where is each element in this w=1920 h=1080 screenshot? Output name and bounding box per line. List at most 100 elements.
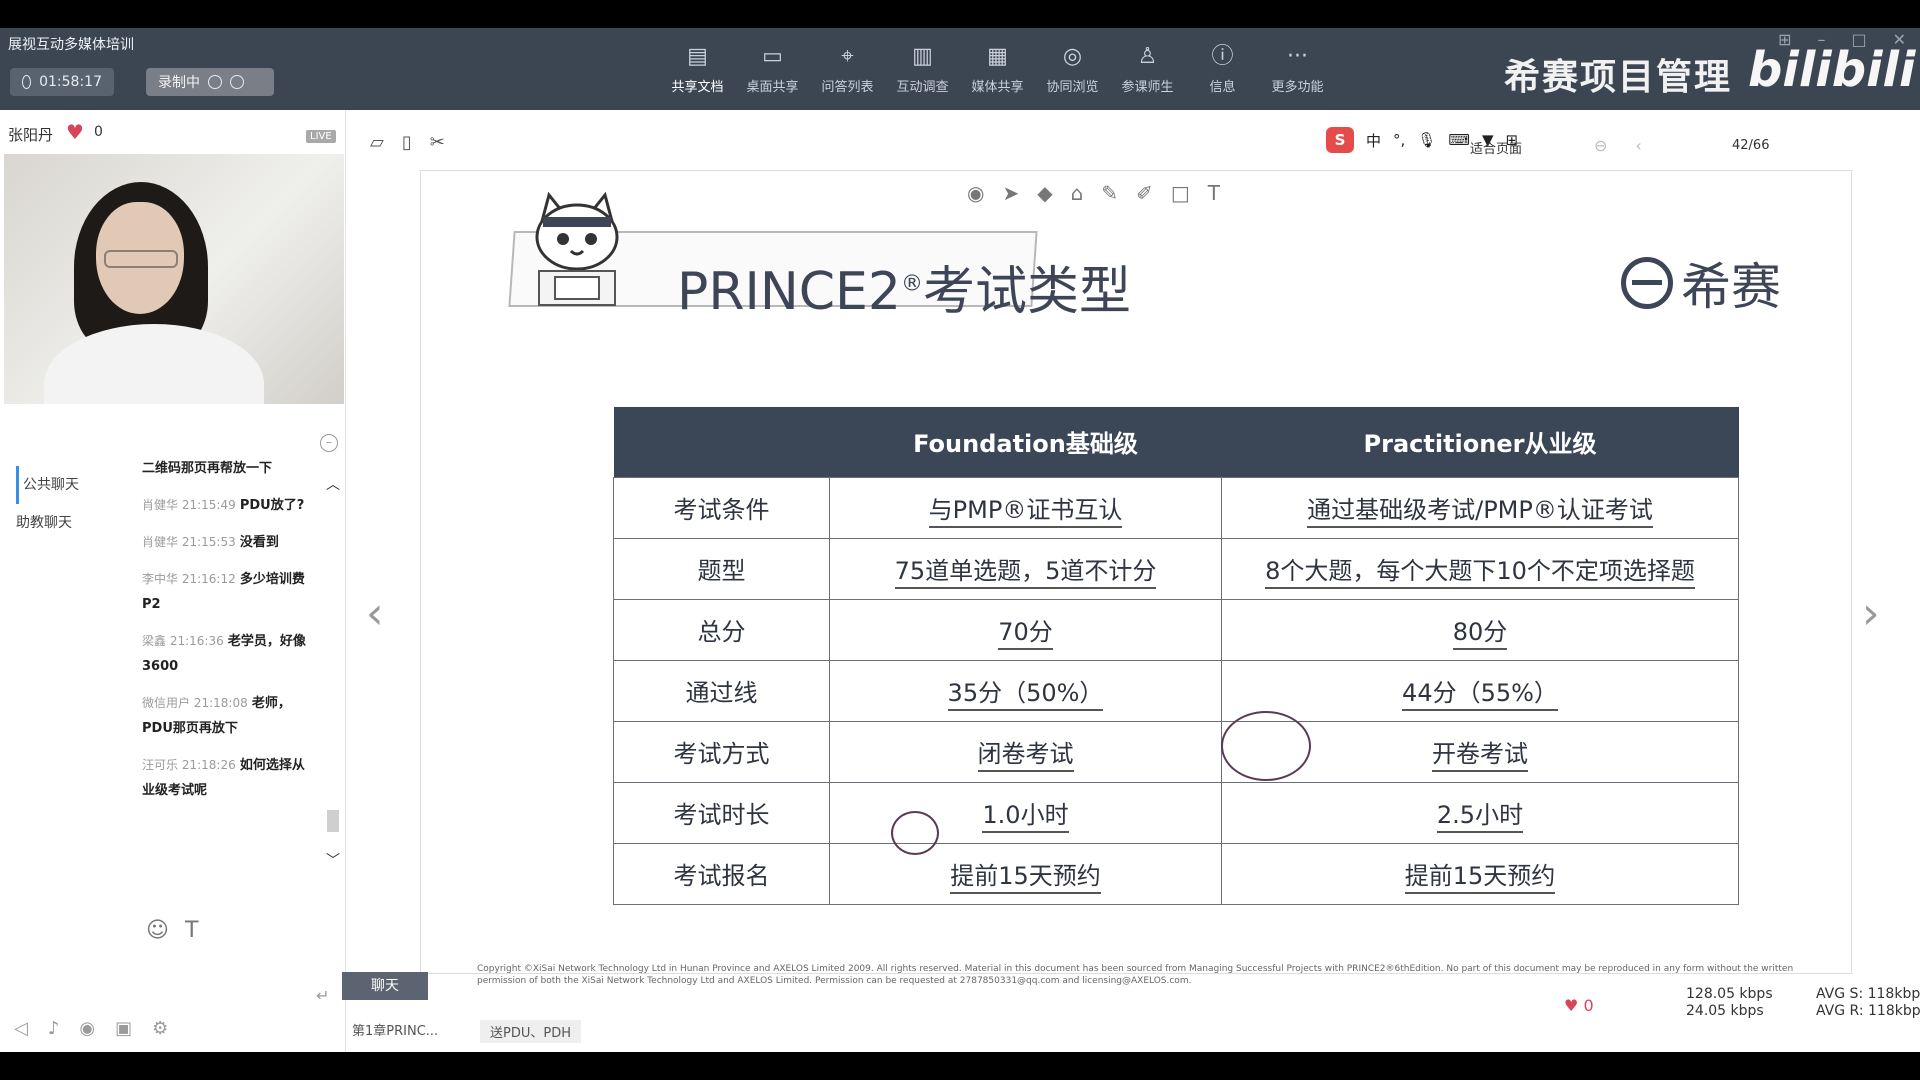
chat-message: 汪可乐 21:18:26 如何选择从业级考试呢 (142, 753, 312, 803)
ime-lang[interactable]: 中 (1366, 130, 1381, 151)
keyboard-icon[interactable]: ⌨ (1448, 131, 1470, 149)
open-folder-icon[interactable]: ▱ (370, 132, 384, 153)
eraser-icon[interactable]: ◆ (1037, 181, 1052, 205)
table-row: 总分 70分 80分 (613, 598, 1739, 661)
send-icon[interactable]: ↵ (316, 986, 329, 1005)
rec-stop-icon[interactable] (230, 75, 244, 89)
zoom-controls: ⊖ ‹ (1594, 136, 1642, 155)
toolbar-label: 共享文档 (671, 80, 724, 95)
maximize-icon[interactable]: □ (1851, 30, 1866, 49)
layout-icon[interactable]: ⊞ (1778, 30, 1791, 49)
qa-icon: ⌖ (841, 44, 854, 69)
doc-tab-1[interactable]: 第1章PRINC... (352, 1020, 438, 1039)
punctuation-icon[interactable]: °, (1393, 131, 1405, 149)
chat-meta: 微信用户 21:18:08 (142, 696, 248, 710)
file-icon[interactable]: ▯ (402, 132, 412, 153)
toolbar-document-button[interactable]: ▤ 共享文档 (660, 44, 735, 95)
table-row: 通过线 35分（50%） 44分（55%） (613, 659, 1739, 722)
scissors-icon[interactable]: ✂ (430, 132, 445, 153)
recording-button[interactable]: 录制中 (146, 68, 274, 96)
toolbar-info-button[interactable]: ⓘ 信息 (1185, 44, 1260, 95)
clear-icon[interactable]: ⌂ (1071, 181, 1084, 205)
camera-icon[interactable]: ◉ (79, 1018, 95, 1039)
toolbar-survey-button[interactable]: ▥ 互动调查 (885, 44, 960, 95)
chat-message: 肖健华 21:15:49 PDU放了? (142, 493, 312, 518)
cell-text: 考试方式 (673, 740, 770, 768)
doc-tab-2[interactable]: 送PDU、PDH (480, 1020, 581, 1043)
tab-assistant-chat[interactable]: 助教聊天 (16, 504, 79, 542)
avg-receive: AVG R: 118kbps (1816, 1003, 1920, 1019)
laser-icon[interactable]: ◉ (967, 181, 984, 205)
desktop-icon: ▭ (762, 44, 783, 69)
table-cell-foundation: 1.0小时 (829, 781, 1222, 844)
text-format-icon[interactable]: T (185, 918, 198, 943)
survey-icon: ▥ (912, 44, 933, 69)
upload-rate: 128.05 kbps (1686, 986, 1773, 1002)
scroll-up-icon[interactable]: ︿ (326, 474, 340, 494)
toolbar-label: 信息 (1209, 80, 1236, 95)
likes-icon[interactable]: ♥ 0 (1564, 996, 1594, 1015)
pen-icon[interactable]: ✐ (1136, 181, 1153, 205)
cell-text: 通过线 (685, 679, 758, 707)
chat-meta: 梁鑫 21:16:36 (142, 634, 224, 648)
emoji-icon[interactable]: ☺ (146, 918, 169, 943)
host-name: 张阳丹 (8, 126, 54, 144)
prev-slide-icon[interactable]: ‹ (366, 588, 384, 639)
table-cell-label: 考试报名 (613, 842, 830, 905)
cell-text: 1.0小时 (982, 801, 1069, 833)
ime-logo[interactable]: S (1326, 127, 1354, 153)
file-tools: ▱ ▯ ✂ (370, 132, 445, 153)
screen-icon[interactable]: ▣ (115, 1018, 132, 1039)
title-suffix: 考试类型 (922, 262, 1131, 322)
speaker-icon[interactable]: ◁ (14, 1018, 28, 1039)
toolbar-media-button[interactable]: ▦ 媒体共享 (960, 44, 1035, 95)
media-icon: ▦ (987, 44, 1008, 69)
chat-button[interactable]: 聊天 (342, 972, 428, 1000)
cell-text: 与PMP®证书互认 (928, 496, 1123, 528)
document-icon: ▤ (687, 44, 708, 69)
chat-message: 微信用户 21:18:08 老师，PDU那页再放下 (142, 691, 312, 741)
zoom-out-icon[interactable]: ⊖ (1594, 136, 1607, 155)
toolbar-users-button[interactable]: ♙ 参课师生 (1110, 44, 1185, 95)
heart-icon[interactable]: ♥ (66, 120, 84, 144)
microphone-icon[interactable]: ♪ (48, 1018, 60, 1039)
scrollbar-thumb[interactable] (327, 810, 339, 832)
table-cell-practitioner: 提前15天预约 (1221, 842, 1739, 905)
next-slide-icon[interactable]: › (1862, 588, 1880, 639)
page-number[interactable]: 42/66 (1732, 138, 1769, 153)
prev-page-icon[interactable]: ‹ (1635, 136, 1641, 155)
annotation-tools: ◉ ➤ ◆ ⌂ ✎ ✐ □ T (967, 181, 1220, 205)
table-cell-foundation: 75道单选题，5道不计分 (829, 537, 1222, 600)
cell-text: 提前15天预约 (950, 862, 1101, 894)
settings-icon[interactable]: ⚙ (152, 1018, 168, 1039)
rec-pause-icon[interactable] (208, 75, 222, 89)
voice-icon[interactable]: 🎙 (1417, 131, 1436, 149)
toolbar-more-button[interactable]: ··· 更多功能 (1260, 44, 1335, 95)
table-cell-practitioner: 2.5小时 (1221, 781, 1739, 844)
toolbar-label: 更多功能 (1271, 80, 1324, 95)
collapse-chat-icon[interactable]: – (320, 434, 338, 452)
close-icon[interactable]: ✕ (1893, 30, 1906, 49)
rectangle-icon[interactable]: □ (1171, 181, 1190, 205)
tab-public-chat[interactable]: 公共聊天 (16, 466, 79, 504)
table-row: 考试报名 提前15天预约 提前15天预约 (613, 842, 1739, 905)
xisai-logo: 希赛 (1621, 247, 1781, 319)
toolbar-desktop-button[interactable]: ▭ 桌面共享 (735, 44, 810, 95)
toolbar-qa-button[interactable]: ⌖ 问答列表 (810, 44, 885, 95)
chat-text: 二维码那页再帮放一下 (142, 461, 273, 476)
minimize-icon[interactable]: – (1817, 30, 1825, 49)
pointer-icon[interactable]: ➤ (1002, 181, 1019, 205)
app-window: 展视互动多媒体培训 01:58:17 录制中 ▤ 共享文档 ▭ 桌面共享 ⌖ 问答列表 ▥ 互… (0, 28, 1920, 1052)
users-icon: ♙ (1137, 44, 1158, 69)
toolbar-label: 桌面共享 (746, 80, 799, 95)
table-cell-practitioner: 44分（55%） (1221, 659, 1739, 722)
download-rate: 24.05 kbps (1686, 1003, 1764, 1019)
fit-page-select[interactable]: 适合页面 (1470, 138, 1522, 157)
toolbar-compass-button[interactable]: ◎ 协同浏览 (1035, 44, 1110, 95)
text-tool-icon[interactable]: T (1208, 181, 1220, 205)
toolbar-label: 问答列表 (821, 80, 874, 95)
highlighter-icon[interactable]: ✎ (1101, 181, 1118, 205)
scroll-down-icon[interactable]: ﹀ (326, 850, 340, 870)
timer-pill: 01:58:17 (10, 68, 114, 96)
cell-text: 考试条件 (673, 496, 770, 524)
